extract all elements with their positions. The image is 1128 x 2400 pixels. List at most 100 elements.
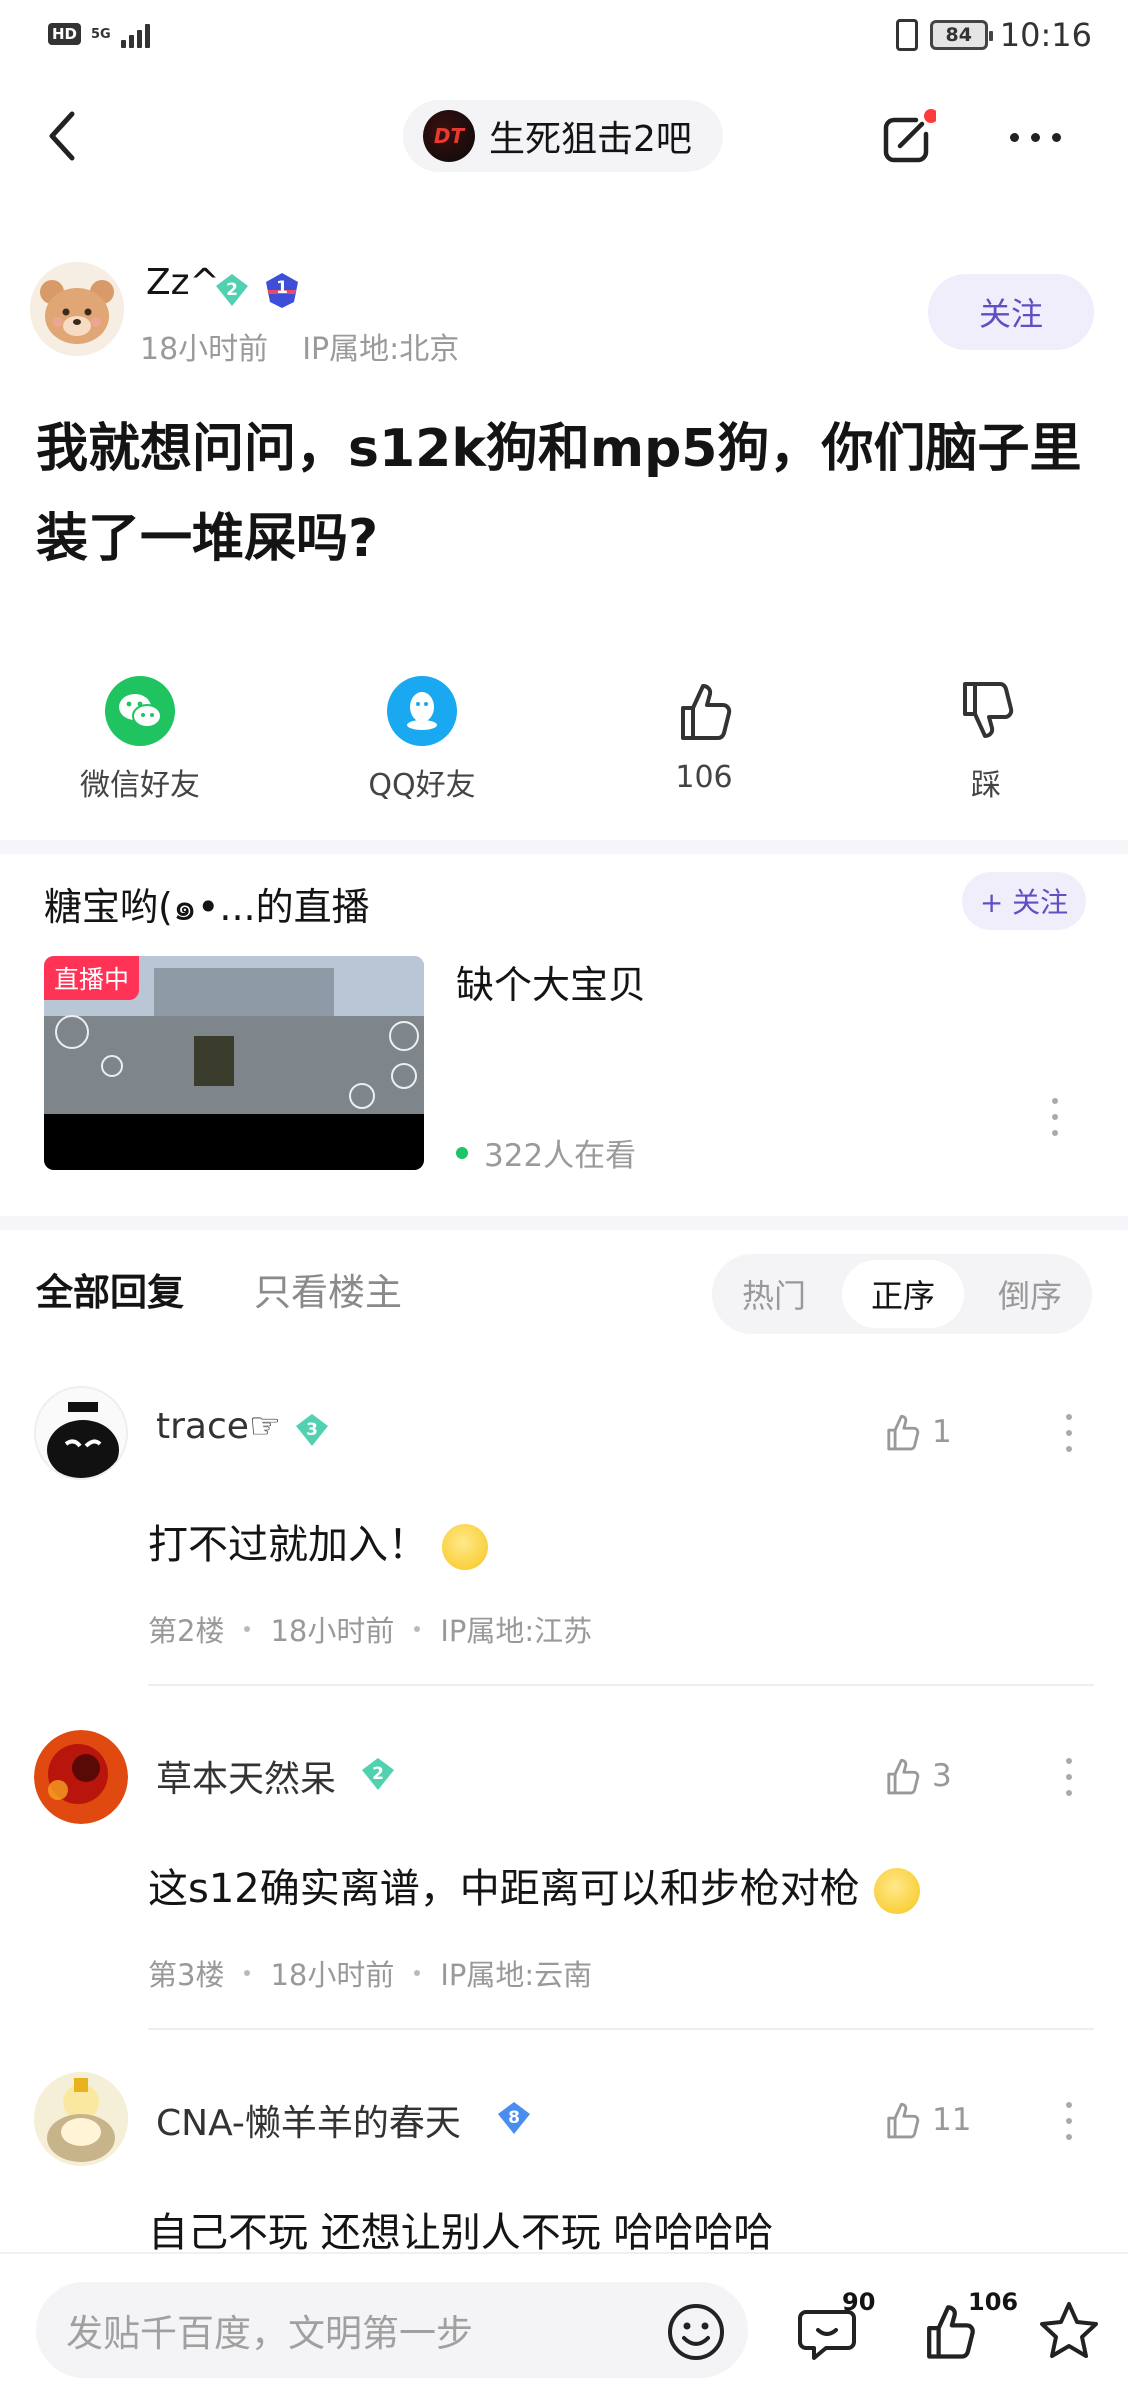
fiery-avatar-icon	[34, 1730, 128, 1824]
sort-desc-button[interactable]: 倒序	[968, 1254, 1092, 1334]
commenter-avatar[interactable]	[34, 2072, 128, 2166]
comment-like-count: 3	[932, 1758, 952, 1794]
like-count: 106	[968, 2288, 1019, 2316]
thumb-up-icon	[887, 2102, 920, 2139]
sort-toggle: 热门 正序 倒序	[712, 1254, 1092, 1334]
reply-input[interactable]: 发贴千百度，文明第一步	[36, 2282, 748, 2378]
post-time: 18小时前	[140, 332, 269, 367]
post-title: 我就想问问，s12k狗和mp5狗，你们脑子里装了一堆屎吗?	[36, 419, 1082, 569]
share-qq-label: QQ好友	[368, 768, 476, 803]
edit-icon	[883, 109, 938, 163]
commenter-name[interactable]: CNA-懒羊羊的春天	[156, 2094, 461, 2146]
sort-hot-button[interactable]: 热门	[712, 1254, 836, 1334]
comment-text: 自己不玩 还想让别人不玩 哈哈哈哈	[148, 2210, 774, 2256]
back-button[interactable]	[40, 108, 90, 164]
dot-icon	[1052, 1098, 1058, 1104]
dot-icon	[1031, 132, 1040, 142]
dot-icon	[1066, 1790, 1072, 1796]
smile-icon	[668, 2304, 724, 2360]
commenter-name[interactable]: 草本天然呆	[156, 1750, 336, 1802]
section-divider	[0, 1216, 1128, 1230]
favorite-button[interactable]	[1036, 2298, 1102, 2364]
vibrate-icon	[895, 19, 918, 51]
dislike-label: 踩	[971, 768, 1001, 803]
live-card-title[interactable]: 糖宝哟(๑•...的直播	[44, 876, 370, 937]
comment-like-button[interactable]: 11	[880, 2098, 971, 2142]
status-bar: HD 5G 84 10:16	[0, 0, 1128, 72]
dot-icon	[1052, 1130, 1058, 1136]
tab-all-replies[interactable]: 全部回复	[36, 1262, 184, 1316]
comment-time: 18小时前	[270, 1958, 395, 1992]
forum-logo: DT	[423, 110, 475, 162]
comment-meta: 第3楼 18小时前 IP属地:云南	[148, 1952, 592, 1994]
follow-button[interactable]: 关注	[928, 274, 1094, 350]
share-qq-button[interactable]: QQ好友	[322, 676, 522, 804]
comment-like-count: 1	[932, 1414, 952, 1450]
live-stream-title[interactable]: 缺个大宝贝	[456, 954, 646, 1009]
battery-icon: 84	[929, 20, 993, 50]
forum-pill[interactable]: DT 生死狙击2吧	[403, 100, 723, 172]
thumb-up-icon	[887, 1414, 920, 1451]
comment-like-count: 11	[932, 2102, 972, 2138]
comment-more-button[interactable]	[1066, 1414, 1076, 1452]
star-icon	[1040, 2302, 1098, 2358]
comment-ip: IP属地:云南	[440, 1958, 593, 1992]
reply-placeholder: 发贴千百度，文明第一步	[66, 2312, 473, 2355]
live-follow-button[interactable]: + 关注	[962, 872, 1086, 930]
comment-more-button[interactable]	[1066, 2102, 1076, 2140]
signal-icon	[120, 20, 150, 48]
comment-like-button[interactable]: 1	[880, 1410, 952, 1454]
level-badge: 2	[214, 272, 250, 308]
level-badge: 3	[294, 1412, 330, 1448]
dot-icon	[1010, 132, 1019, 142]
viewer-count-text: 322人在看	[484, 1138, 637, 1174]
more-options-button[interactable]	[1010, 122, 1070, 152]
dot-icon	[1066, 1758, 1072, 1764]
level-badge: 8	[496, 2100, 532, 2136]
dot-icon	[1052, 1114, 1058, 1120]
commenter-name[interactable]: trace☞	[156, 1406, 281, 1447]
grin-emoji-icon	[873, 1868, 920, 1914]
comment-meta: 第2楼 18小时前 IP属地:江苏	[148, 1608, 592, 1650]
dot-icon	[1066, 1774, 1072, 1780]
clock: 10:16	[999, 16, 1092, 54]
live-more-button[interactable]	[1052, 1098, 1062, 1136]
thumb-down-icon	[963, 682, 1014, 738]
tab-host-only[interactable]: 只看楼主	[254, 1262, 402, 1316]
dot-icon	[1066, 1446, 1072, 1452]
battery-level: 84	[945, 24, 972, 46]
dot-icon	[1066, 2118, 1072, 2124]
status-right: 84 10:16	[895, 16, 1092, 54]
author-avatar[interactable]	[30, 262, 124, 356]
post-ip: IP属地:北京	[302, 332, 460, 367]
live-dot-icon	[456, 1146, 468, 1159]
comment-more-button[interactable]	[1066, 1758, 1076, 1796]
share-wechat-label: 微信好友	[80, 768, 200, 803]
sort-asc-button[interactable]: 正序	[842, 1260, 964, 1328]
author-name[interactable]: Zz^	[146, 262, 220, 303]
comment-divider	[148, 1684, 1094, 1686]
bear-avatar-icon	[30, 262, 124, 356]
emoji-button[interactable]	[666, 2302, 726, 2362]
commenter-avatar[interactable]	[34, 1730, 128, 1824]
post-meta: 18小时前 IP属地:北京	[140, 324, 459, 368]
commenter-avatar[interactable]	[34, 1386, 128, 1480]
share-wechat-button[interactable]: 微信好友	[40, 676, 240, 804]
live-thumbnail[interactable]: 直播中	[44, 956, 424, 1170]
comment-floor: 第2楼	[148, 1614, 225, 1648]
dot-icon	[1066, 1414, 1072, 1420]
chevron-left-icon	[49, 111, 75, 161]
like-post-button[interactable]: 106	[604, 676, 804, 795]
level-badge: 2	[360, 1756, 396, 1792]
rank-badge: 1	[262, 270, 298, 308]
comment-like-button[interactable]: 3	[880, 1754, 952, 1798]
dot-icon	[1066, 2102, 1072, 2108]
edit-button[interactable]	[876, 108, 938, 168]
top-nav: DT 生死狙击2吧	[0, 96, 1128, 178]
qq-icon	[387, 676, 457, 746]
masked-figure-avatar-icon	[36, 1388, 126, 1478]
grin-emoji-icon	[442, 1524, 488, 1570]
bottom-bar: 发贴千百度，文明第一步 90 106	[0, 2252, 1128, 2400]
hd-indicator: HD	[48, 23, 82, 45]
dislike-post-button[interactable]: 踩	[886, 676, 1086, 804]
